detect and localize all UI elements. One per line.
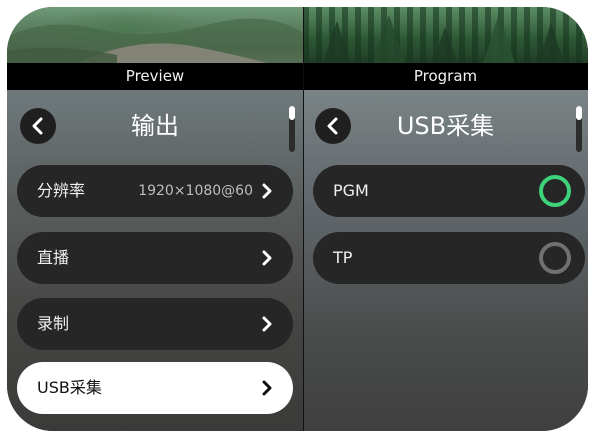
output-menu-panel: 输出 分辨率 1920×1080@60 直播 录制 USB采集 xyxy=(7,90,303,431)
menu-item-usb-capture[interactable]: USB采集 xyxy=(17,362,293,414)
scrollbar-thumb[interactable] xyxy=(576,106,582,120)
radio-unselected-icon[interactable] xyxy=(539,242,571,274)
scrollbar[interactable] xyxy=(576,106,582,152)
preview-pane: Preview 输出 分辨率 1920×1080@60 直播 录制 USB采集 xyxy=(7,7,303,431)
program-label: Program xyxy=(303,63,588,90)
menu-item-label: USB采集 xyxy=(37,378,102,397)
usb-capture-panel: USB采集 PGM TP xyxy=(303,90,588,431)
program-forest-image xyxy=(323,13,564,63)
option-label: TP xyxy=(333,248,353,267)
menu-item-label: 录制 xyxy=(37,314,70,333)
chevron-right-icon xyxy=(262,250,272,266)
resolution-value: 1920×1080@60 xyxy=(138,183,253,199)
device-screen: Preview 输出 分辨率 1920×1080@60 直播 录制 USB采集 … xyxy=(7,7,588,431)
menu-item-record[interactable]: 录制 xyxy=(17,298,293,350)
menu-item-label: 直播 xyxy=(37,248,70,267)
menu-item-label: 分辨率 xyxy=(37,181,86,200)
menu-item-resolution[interactable]: 分辨率 1920×1080@60 xyxy=(17,165,293,217)
option-label: PGM xyxy=(333,181,369,200)
preview-video-thumbnail xyxy=(7,7,303,63)
page-title: 输出 xyxy=(131,112,179,140)
menu-item-live[interactable]: 直播 xyxy=(17,232,293,284)
pane-divider xyxy=(303,7,304,431)
program-pane: Program USB采集 PGM TP xyxy=(303,7,588,431)
scrollbar[interactable] xyxy=(289,106,295,152)
chevron-right-icon xyxy=(262,316,272,332)
preview-label: Preview xyxy=(7,63,303,90)
program-video-thumbnail xyxy=(303,7,588,63)
preview-scenery-image xyxy=(7,18,303,63)
scrollbar-thumb[interactable] xyxy=(289,106,295,120)
option-pgm[interactable]: PGM xyxy=(313,165,585,217)
chevron-right-icon xyxy=(262,380,272,396)
page-title: USB采集 xyxy=(396,112,495,140)
option-tp[interactable]: TP xyxy=(313,232,585,284)
radio-selected-icon[interactable] xyxy=(539,175,571,207)
chevron-right-icon xyxy=(262,183,272,199)
